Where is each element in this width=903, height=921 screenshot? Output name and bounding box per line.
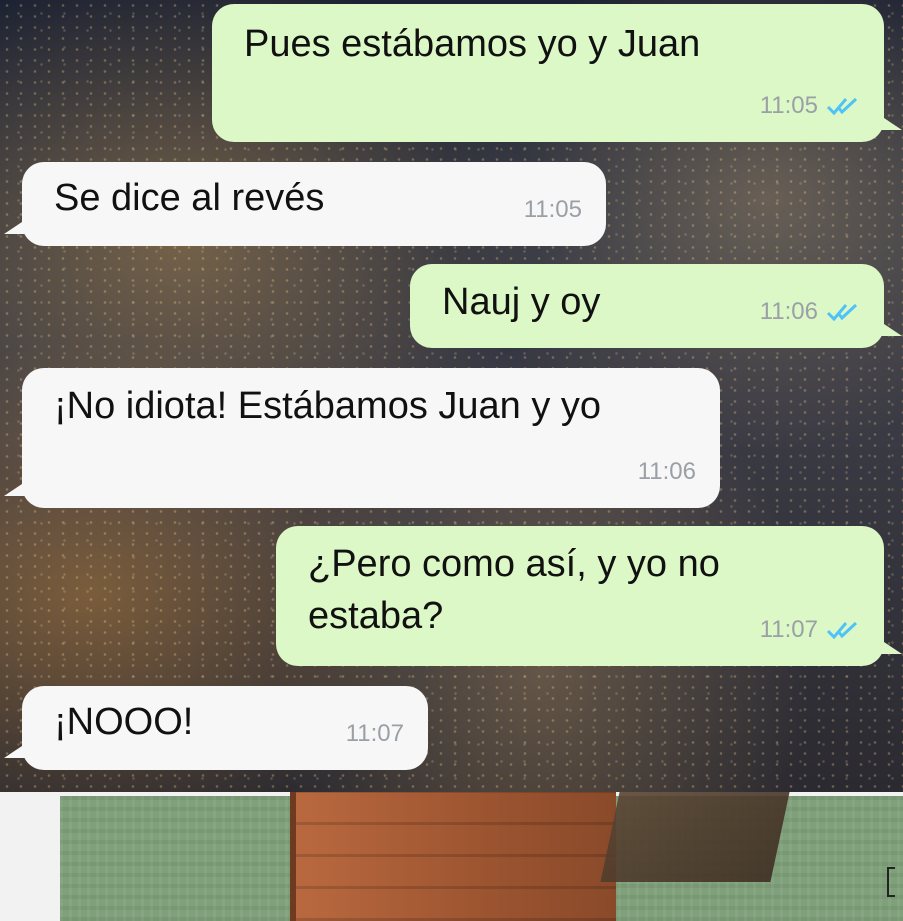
- message-meta: 11:05: [760, 80, 860, 132]
- message-bubble-outgoing[interactable]: ¿Pero como así, y yo no estaba? 11:07: [276, 526, 902, 666]
- double-check-icon: [826, 621, 858, 640]
- message-bubble-incoming[interactable]: ¡No idiota! Estábamos Juan y yo 11:06: [4, 368, 720, 508]
- message-text: Se dice al revés: [54, 177, 325, 219]
- bubble-tail: [4, 742, 28, 758]
- message-meta: 11:07: [760, 604, 860, 656]
- message-time: 11:06: [759, 298, 818, 325]
- message-text: ¡No idiota! Estábamos Juan y yo: [54, 385, 602, 427]
- chat-background: Pues estábamos yo y Juan 11:05 Se dice a…: [0, 0, 903, 792]
- message-meta: 11:07: [346, 708, 404, 760]
- message-text: Pues estábamos yo y Juan: [244, 23, 701, 65]
- bubble-tail: [878, 114, 902, 130]
- game-scene-strip: [0, 792, 903, 921]
- message-meta: 11:06: [760, 286, 860, 338]
- bubble-tail: [878, 320, 902, 336]
- message-bubble-outgoing[interactable]: Nauj y oy 11:06: [410, 264, 902, 348]
- bubble-tail: [4, 480, 28, 496]
- bubble-tail: [4, 218, 28, 234]
- message-bubble-outgoing[interactable]: Pues estábamos yo y Juan 11:05: [212, 4, 902, 142]
- tree-trunk: [600, 792, 790, 882]
- message-meta: 11:06: [638, 446, 696, 498]
- focus-bracket-icon: [887, 867, 899, 897]
- bubble-tail: [878, 638, 902, 654]
- message-time: 11:07: [345, 720, 404, 747]
- message-time: 11:06: [637, 458, 696, 485]
- double-check-icon: [826, 303, 858, 322]
- message-text: ¿Pero como así, y yo no estaba?: [308, 543, 720, 637]
- message-meta: 11:05: [524, 184, 582, 236]
- message-bubble-incoming[interactable]: Se dice al revés 11:05: [4, 162, 606, 246]
- message-time: 11:05: [523, 196, 582, 223]
- wood-block: [290, 792, 616, 921]
- message-time: 11:05: [759, 92, 818, 119]
- message-time: 11:07: [759, 616, 818, 643]
- message-bubble-incoming[interactable]: ¡NOOO! 11:07: [4, 686, 428, 770]
- double-check-icon: [826, 97, 858, 116]
